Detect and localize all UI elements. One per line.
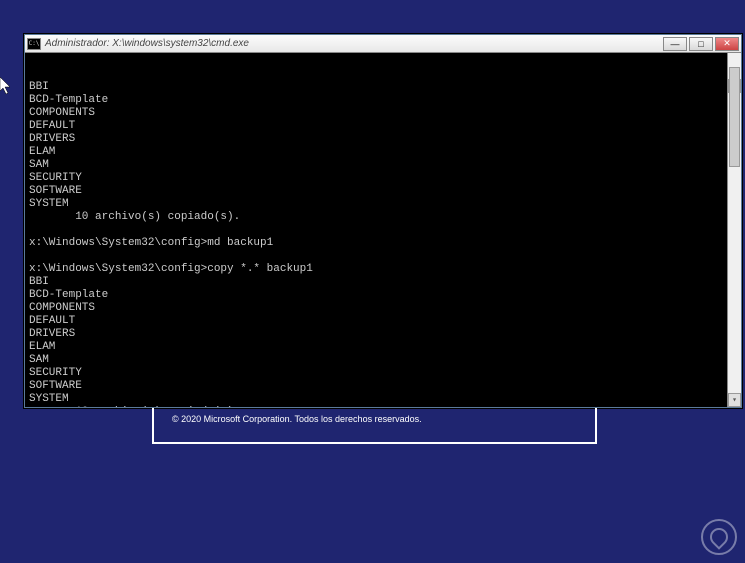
close-button[interactable]: ✕: [715, 37, 739, 51]
window-title: Administrador: X:\windows\system32\cmd.e…: [45, 38, 663, 49]
watermark-icon: [701, 519, 737, 555]
terminal-output: BBI BCD-Template COMPONENTS DEFAULT DRIV…: [29, 81, 723, 407]
window-controls: — □ ✕: [663, 37, 739, 51]
titlebar[interactable]: C:\ Administrador: X:\windows\system32\c…: [25, 35, 741, 53]
scroll-thumb[interactable]: [729, 67, 740, 167]
cmd-window: C:\ Administrador: X:\windows\system32\c…: [24, 34, 742, 408]
installer-footer: © 2020 Microsoft Corporation. Todos los …: [152, 408, 597, 444]
maximize-button[interactable]: □: [689, 37, 713, 51]
scroll-down-button[interactable]: ▾: [728, 393, 741, 407]
cmd-icon: C:\: [27, 38, 41, 50]
scrollbar[interactable]: ▴ ▾: [727, 53, 741, 407]
minimize-button[interactable]: —: [663, 37, 687, 51]
terminal[interactable]: BBI BCD-Template COMPONENTS DEFAULT DRIV…: [25, 53, 741, 407]
mouse-cursor-icon: [0, 77, 14, 97]
copyright-text: © 2020 Microsoft Corporation. Todos los …: [172, 414, 577, 424]
